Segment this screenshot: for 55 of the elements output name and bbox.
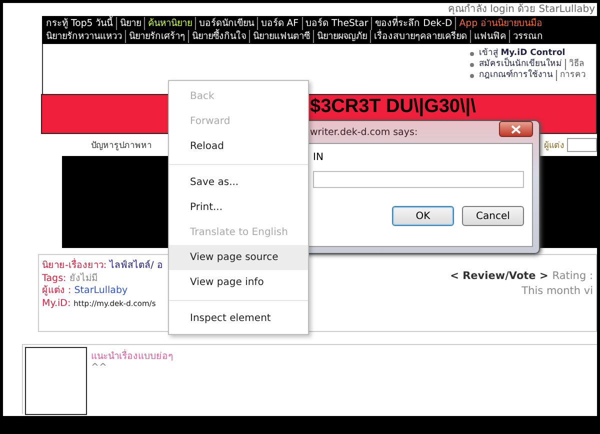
recommend-title: แนะนำเรื่องแบบย่อๆ [91,351,173,362]
nav-link[interactable]: บอร์ด TheStar [302,17,372,30]
login-status: คุณกำลัง login ด้วย StarLullaby [446,3,596,16]
nav-link[interactable]: ของที่ระลึก Dek-D [371,17,456,30]
info-value[interactable]: StarLullaby [74,285,128,296]
nav-link[interactable]: ค้นหานิยาย [144,17,195,30]
info-label: Tags: [42,272,66,284]
nav-link[interactable]: นิยายรักเศร้าๆ [125,30,188,43]
dialog-message: IN [313,152,324,163]
nav-link[interactable]: แฟนฟิค [470,30,509,43]
recommend-text: ^^ [91,362,108,373]
nav-link[interactable]: บอร์ดนักเขียน [194,17,257,30]
nav-link[interactable]: กระทู้ Top5 วันนี้ [46,17,116,30]
bullet-icon [470,74,474,78]
bullet-icon [470,62,474,66]
nav-link[interactable]: นิยายรักหวานแหวว [46,30,125,43]
notice-text: ปัญหารูปภาพหา [91,140,152,152]
banner-title: $3CR3T DU\|G30\|\ [310,97,476,117]
rating-label: Rating : [552,270,593,282]
menu-item[interactable]: View page info [169,270,308,295]
nav-link[interactable]: นิยายแฟนตาซี [249,30,313,43]
info-value: ยังไม่มี [69,272,98,284]
thumbnail-frame [25,347,87,415]
nav-link[interactable]: App อ่านนิยายบนมือ [455,17,546,30]
nav-link[interactable]: วรรณก [509,30,546,43]
account-link[interactable]: กฎเกณฑ์การใช้งาน [479,70,553,81]
nav-link[interactable]: นิยายผจญภัย [313,30,370,43]
dialog-button[interactable]: OK [392,206,454,226]
dialog-title: writer.dek-d.com says: [310,126,418,138]
menu-item[interactable]: Inspect element [169,306,308,331]
author-field[interactable] [567,138,597,152]
menu-item[interactable]: Print... [169,195,308,220]
prompt-field[interactable] [313,171,524,188]
close-button[interactable] [499,121,533,137]
nav-link[interactable]: เรื่องสบายๆคลายเครียด [370,30,470,43]
menu-item[interactable]: Save as... [169,170,308,195]
account-link[interactable]: วิธีล [565,59,584,70]
nav-link[interactable]: นิยาย [116,17,144,30]
info-label: ผู้แต่ง : [42,285,72,296]
info-value[interactable]: ไลฟ์สไตล์/ อ [110,260,163,271]
review-link[interactable]: < Review/Vote > [450,270,548,282]
account-link[interactable]: เข้าสู่ My.iD Control [479,48,566,59]
account-link[interactable]: สมัครเป็นนักเขียนใหม่ [479,59,562,70]
author-label: ผู้แต่ง [544,140,564,152]
bullet-icon [470,52,474,56]
dialog-button[interactable]: Cancel [462,206,524,226]
menu-item[interactable]: Reload [169,134,308,159]
account-link[interactable]: การคว [556,70,586,81]
month-views: This month vi [522,285,593,297]
nav-link[interactable]: นิยายซึ้งกินใจ [188,30,249,43]
menu-item[interactable]: View page source [169,245,308,270]
info-label: My.iD: [42,298,71,308]
close-icon [511,124,521,134]
info-label: นิยาย-เรื่องยาว: [42,260,107,271]
nav-link[interactable]: บอร์ด AF [256,17,302,30]
